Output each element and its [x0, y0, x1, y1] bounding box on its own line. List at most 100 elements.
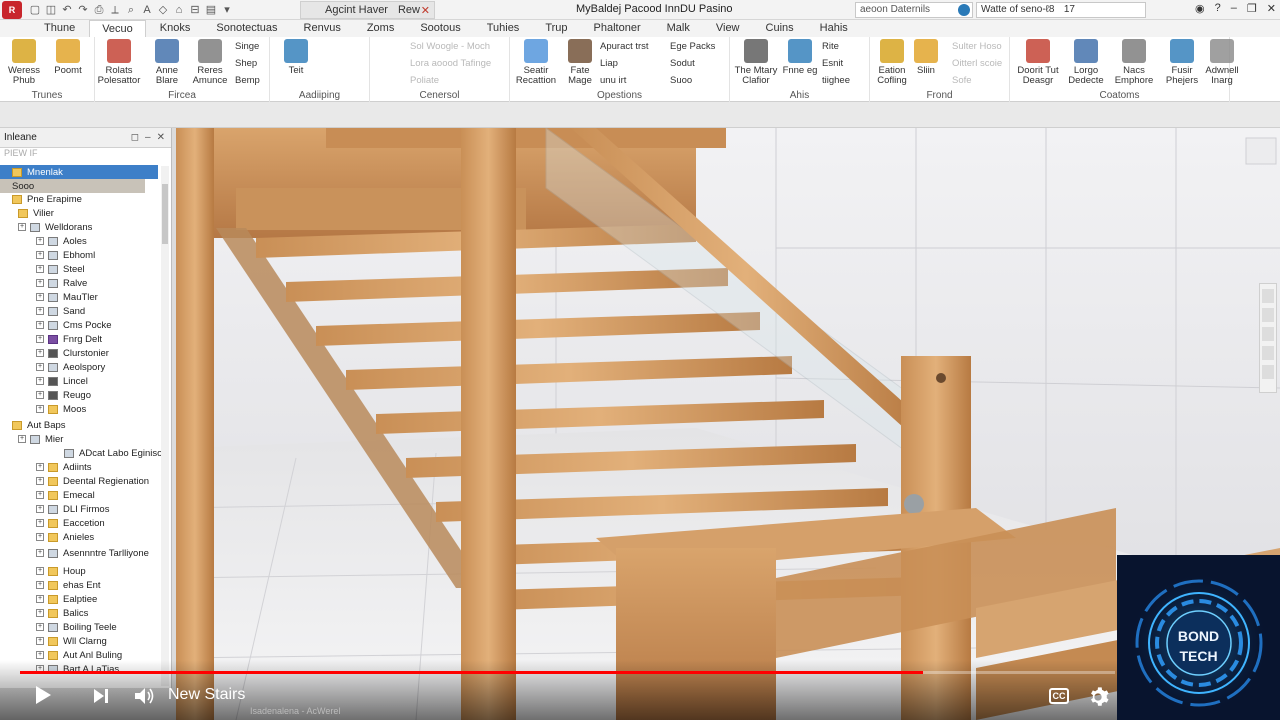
ribbon-button[interactable]: Weress Phub [2, 39, 46, 86]
ribbon-small-button[interactable]: Bemp [235, 75, 260, 86]
ribbon-small-button[interactable]: Sulter Hoso [952, 41, 1002, 52]
ribbon-tab[interactable]: Trup [533, 20, 579, 37]
video-progress-bar[interactable] [20, 671, 1115, 674]
ribbon-tab[interactable]: Tuhies [475, 20, 532, 37]
text-icon[interactable]: A [140, 3, 154, 17]
print-icon[interactable]: ⎙ [92, 3, 106, 17]
tree-item[interactable]: + Deental Regienation [0, 474, 149, 488]
ribbon-small-button[interactable]: Oitterl scoie [952, 58, 1002, 69]
tree-item[interactable]: + Reugo [0, 388, 91, 402]
3d-viewport[interactable] [176, 128, 1280, 720]
measure-icon[interactable]: ⟂ [108, 3, 122, 17]
expand-toggle-icon[interactable]: + [36, 519, 44, 527]
tree-item[interactable]: + Moos [0, 402, 86, 416]
ribbon-small-button[interactable]: Ege Packs [670, 41, 715, 52]
ribbon-tab[interactable]: Cuins [754, 20, 806, 37]
expand-toggle-icon[interactable]: + [36, 463, 44, 471]
next-button[interactable] [93, 688, 109, 704]
ribbon-tab[interactable]: Malk [655, 20, 702, 37]
ribbon-small-button[interactable]: unu irt [600, 75, 626, 86]
dropdown-icon[interactable]: ▾ [220, 3, 234, 17]
tree-item[interactable]: + Welldorans [0, 220, 92, 234]
expand-toggle-icon[interactable]: + [36, 363, 44, 371]
nav-full-wheel-icon[interactable] [1262, 289, 1274, 303]
ribbon-button[interactable]: Adwnell Inarg [1200, 39, 1244, 86]
ribbon-small-button[interactable]: Sol Woogle - Moch [410, 41, 490, 52]
tree-item[interactable]: + Eaccetion [0, 516, 105, 530]
ribbon-small-button[interactable]: Poliate [410, 75, 439, 86]
navigation-bar[interactable] [1259, 283, 1277, 393]
ribbon-button[interactable]: Sliin [904, 39, 948, 76]
ribbon-button[interactable]: Poomt [46, 39, 90, 76]
expand-toggle-icon[interactable]: + [36, 505, 44, 513]
ribbon-button[interactable]: Fate Mage [558, 39, 602, 86]
search-input[interactable]: aeoon Daternils [855, 2, 973, 18]
document-tab[interactable]: Agcint Haver Rew ✕ [300, 1, 435, 19]
close-panel-icon[interactable]: ✕ [157, 132, 165, 143]
expand-toggle-icon[interactable]: + [36, 491, 44, 499]
tree-item[interactable]: + Balics [0, 606, 88, 620]
tree-item[interactable]: + Fnrg Delt [0, 332, 102, 346]
tree-item[interactable]: Pne Erapime [0, 192, 82, 206]
expand-toggle-icon[interactable]: + [36, 595, 44, 603]
expand-toggle-icon[interactable]: + [36, 477, 44, 485]
tree-item[interactable]: Sooo [0, 179, 145, 193]
tree-item[interactable]: + Ralve [0, 276, 87, 290]
tree-item[interactable]: + Boiling Teele [0, 620, 117, 634]
section-icon[interactable]: ◇ [156, 3, 170, 17]
ribbon-tab[interactable]: Hahis [808, 20, 860, 37]
expand-toggle-icon[interactable]: + [36, 391, 44, 399]
ribbon-button[interactable]: Doorit Tut Deasgr [1016, 39, 1060, 86]
tree-item[interactable]: + MauTler [0, 290, 98, 304]
open-icon[interactable]: ▢ [28, 3, 42, 17]
ribbon-button[interactable]: Nacs Emphore [1112, 39, 1156, 86]
expand-toggle-icon[interactable]: + [36, 623, 44, 631]
nav-extents-icon[interactable] [1262, 365, 1274, 379]
ribbon-small-button[interactable]: Lora aoood Tafinge [410, 58, 491, 69]
expand-toggle-icon[interactable]: + [36, 609, 44, 617]
tree-item[interactable]: + Clurstonier [0, 346, 109, 360]
ribbon-button[interactable]: Anne Blare [145, 39, 189, 86]
ribbon-button[interactable]: Fnne eg [778, 39, 822, 76]
expand-toggle-icon[interactable]: + [36, 279, 44, 287]
expand-toggle-icon[interactable]: + [36, 651, 44, 659]
ribbon-small-button[interactable]: Apuract trst [600, 41, 649, 52]
ribbon-small-button[interactable]: Suoo [670, 75, 692, 86]
ribbon-tab[interactable]: Renvus [292, 20, 353, 37]
redo-icon[interactable]: ↷ [76, 3, 90, 17]
tree-item[interactable]: + Steel [0, 262, 85, 276]
switch-windows-icon[interactable]: ▤ [204, 3, 218, 17]
expand-toggle-icon[interactable]: + [36, 321, 44, 329]
ribbon-tab[interactable]: Sonotectuas [204, 20, 289, 37]
restore-icon[interactable]: ❐ [1247, 2, 1257, 15]
tree-item[interactable]: + Aeolspory [0, 360, 105, 374]
tree-item[interactable]: + Mier [0, 432, 63, 446]
dock-icon[interactable]: ◻ [131, 132, 139, 143]
tree-item[interactable]: + Anieles [0, 530, 94, 544]
tree-item[interactable]: + Emecal [0, 488, 95, 502]
expand-toggle-icon[interactable]: + [36, 637, 44, 645]
undo-icon[interactable]: ↶ [60, 3, 74, 17]
ribbon-small-button[interactable]: Rite [822, 41, 839, 52]
minimize-panel-icon[interactable]: – [145, 132, 151, 143]
expand-toggle-icon[interactable]: + [36, 293, 44, 301]
view-3d-icon[interactable]: ⌂ [172, 3, 186, 17]
save-icon[interactable]: ◫ [44, 3, 58, 17]
tree-item[interactable]: + Ealptiee [0, 592, 97, 606]
ribbon-tab[interactable]: View [704, 20, 752, 37]
ribbon-button[interactable]: Teit [274, 39, 318, 76]
expand-toggle-icon[interactable]: + [36, 335, 44, 343]
info-center-field[interactable]: Watte of seno-ℓ8 17 [976, 2, 1146, 18]
volume-button[interactable] [134, 686, 156, 706]
expand-toggle-icon[interactable]: + [36, 237, 44, 245]
ribbon-small-button[interactable]: Sodut [670, 58, 695, 69]
search-go-icon[interactable] [958, 4, 970, 16]
ribbon-tab[interactable]: Thune [32, 20, 87, 37]
minimize-icon[interactable]: – [1231, 2, 1237, 15]
expand-toggle-icon[interactable]: + [18, 223, 26, 231]
tree-item[interactable]: + Aoles [0, 234, 87, 248]
expand-toggle-icon[interactable]: + [36, 349, 44, 357]
browser-scrollbar-thumb[interactable] [162, 184, 168, 244]
tree-item[interactable]: + ehas Ent [0, 578, 101, 592]
settings-gear-icon[interactable] [1087, 686, 1109, 708]
